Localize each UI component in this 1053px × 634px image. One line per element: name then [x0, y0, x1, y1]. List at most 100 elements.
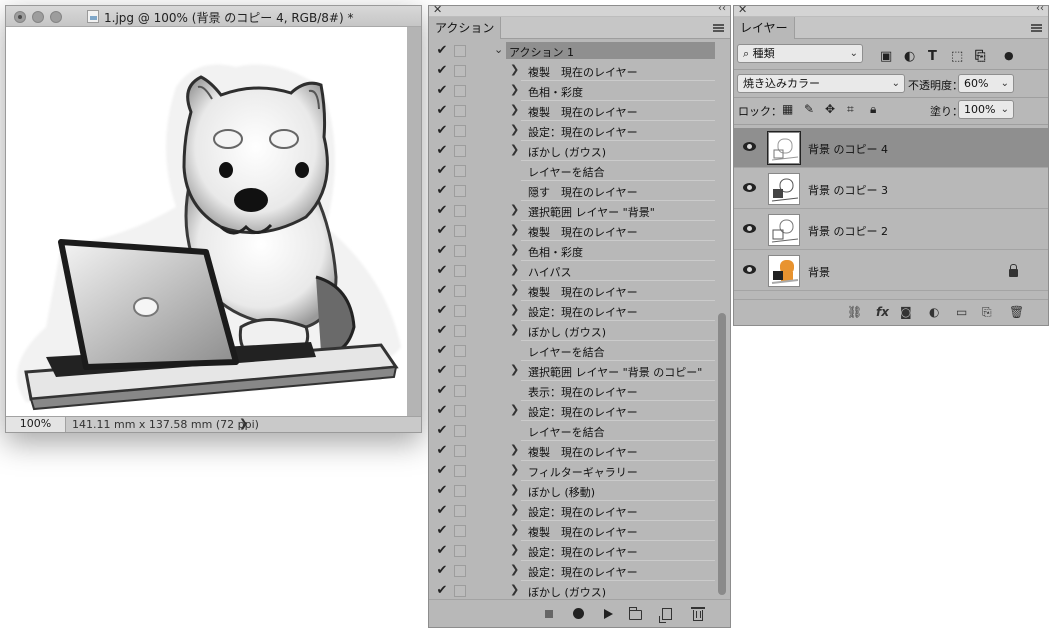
checkmark-icon[interactable]: ✔ — [435, 383, 449, 398]
dialog-toggle-box[interactable] — [454, 425, 466, 437]
action-command-row[interactable]: ✔ ❯ 複製 現在のレイヤー — [429, 441, 719, 461]
action-command-row[interactable]: ✔ ❯ ぼかし (ガウス) — [429, 321, 719, 341]
link-layers-icon[interactable]: ⛓ — [847, 305, 862, 319]
actions-scrollbar-thumb[interactable] — [718, 313, 726, 595]
action-command-row[interactable]: ✔ ❯ 複製 現在のレイヤー — [429, 521, 719, 541]
visibility-eye-icon[interactable] — [743, 224, 756, 233]
dialog-toggle-box[interactable] — [454, 185, 466, 197]
layer-row[interactable]: 背景 のコピー 4 — [734, 128, 1048, 168]
action-command-row[interactable]: ✔ ❯ ぼかし (ガウス) — [429, 141, 719, 161]
action-command-row[interactable]: ✔ ❯ 選択範囲 レイヤー "背景" — [429, 201, 719, 221]
layer-name[interactable]: 背景 のコピー 3 — [808, 182, 888, 198]
checkmark-icon[interactable]: ✔ — [435, 523, 449, 538]
close-panel-icon[interactable]: ✕ — [738, 3, 747, 16]
dialog-toggle-box[interactable] — [454, 345, 466, 357]
new-layer-icon[interactable]: ⎘ — [982, 305, 992, 320]
checkmark-icon[interactable]: ✔ — [435, 503, 449, 518]
checkmark-icon[interactable]: ✔ — [435, 323, 449, 338]
chevron-right-icon[interactable]: ❯ — [510, 543, 519, 556]
layer-row[interactable]: 背景 — [734, 251, 1048, 291]
dialog-toggle-box[interactable] — [454, 325, 466, 337]
panel-menu-icon[interactable] — [1031, 24, 1042, 32]
image-canvas[interactable] — [6, 27, 407, 416]
action-command-row[interactable]: ✔ ❯ 複製 現在のレイヤー — [429, 61, 719, 81]
checkmark-icon[interactable]: ✔ — [435, 123, 449, 138]
dialog-toggle-box[interactable] — [454, 485, 466, 497]
opacity-field[interactable]: 60% ⌄ — [958, 74, 1014, 93]
action-command-row[interactable]: ✔ ❯ ぼかし (移動) — [429, 481, 719, 501]
zoom-level-field[interactable]: 100% — [6, 417, 66, 432]
checkmark-icon[interactable]: ✔ — [435, 163, 449, 178]
document-titlebar[interactable]: 1.jpg @ 100% (背景 のコピー 4, RGB/8#) * — [6, 6, 421, 27]
chevron-right-icon[interactable]: ❯ — [510, 63, 519, 76]
dialog-toggle-box[interactable] — [454, 305, 466, 317]
action-command-row[interactable]: ✔ ❯ 色相・彩度 — [429, 241, 719, 261]
chevron-right-icon[interactable]: ❯ — [510, 503, 519, 516]
chevron-right-icon[interactable]: ❯ — [510, 363, 519, 376]
dialog-toggle-box[interactable] — [454, 105, 466, 117]
chevron-right-icon[interactable]: ❯ — [510, 463, 519, 476]
action-command-row[interactable]: ✔ ❯ 設定：現在のレイヤー — [429, 501, 719, 521]
lock-all-icon[interactable]: 🔒︎ — [870, 102, 876, 117]
dialog-toggle-box[interactable] — [454, 465, 466, 477]
dialog-toggle-box[interactable] — [454, 245, 466, 257]
action-command-row[interactable]: ✔ ❯ ぼかし (ガウス) — [429, 581, 719, 599]
action-command-row[interactable]: ✔ ❯ フィルターギャラリー — [429, 461, 719, 481]
panel-menu-icon[interactable] — [713, 24, 724, 32]
actions-scrollbar[interactable] — [717, 41, 727, 599]
filter-toggle-icon[interactable]: ● — [1004, 49, 1014, 62]
checkmark-icon[interactable]: ✔ — [435, 103, 449, 118]
checkmark-icon[interactable]: ✔ — [435, 243, 449, 258]
new-set-folder-icon[interactable] — [629, 607, 642, 620]
chevron-right-icon[interactable]: ❯ — [510, 303, 519, 316]
adjustment-filter-icon[interactable]: ◐ — [904, 49, 915, 64]
dialog-toggle-box[interactable] — [454, 85, 466, 97]
checkmark-icon[interactable]: ✔ — [435, 83, 449, 98]
play-icon[interactable] — [604, 609, 613, 619]
action-command-row[interactable]: ✔ ❯ 設定：現在のレイヤー — [429, 121, 719, 141]
chevron-right-icon[interactable]: ❯ — [510, 243, 519, 256]
layer-row[interactable]: 背景 のコピー 3 — [734, 169, 1048, 209]
chevron-right-icon[interactable]: ❯ — [510, 143, 519, 156]
checkmark-icon[interactable]: ✔ — [435, 563, 449, 578]
dialog-toggle-box[interactable] — [454, 165, 466, 177]
tab-layers[interactable]: レイヤー — [734, 17, 795, 39]
checkmark-icon[interactable]: ✔ — [435, 283, 449, 298]
checkmark-icon[interactable]: ✔ — [435, 443, 449, 458]
delete-layer-icon[interactable]: 🗑︎ — [1009, 305, 1024, 319]
chevron-right-icon[interactable]: ❯ — [510, 103, 519, 116]
action-command-row[interactable]: ✔ 隠す 現在のレイヤー — [429, 181, 719, 201]
layer-row[interactable]: 背景 のコピー 2 — [734, 210, 1048, 250]
action-command-row[interactable]: ✔ ❯ 設定：現在のレイヤー — [429, 301, 719, 321]
action-command-row[interactable]: ✔ ❯ 複製 現在のレイヤー — [429, 221, 719, 241]
action-command-row[interactable]: ✔ ❯ 複製 現在のレイヤー — [429, 101, 719, 121]
dialog-toggle-box[interactable] — [454, 385, 466, 397]
lock-artboard-icon[interactable]: ⌗ — [847, 102, 854, 117]
dialog-toggle-box[interactable] — [454, 205, 466, 217]
chevron-right-icon[interactable]: ❯ — [510, 563, 519, 576]
chevron-right-icon[interactable]: ❯ — [510, 523, 519, 536]
checkmark-icon[interactable]: ✔ — [435, 483, 449, 498]
canvas-vertical-scrollbar[interactable] — [407, 27, 421, 416]
fill-field[interactable]: 100% ⌄ — [958, 100, 1014, 119]
checkmark-icon[interactable]: ✔ — [435, 343, 449, 358]
action-command-row[interactable]: ✔ ❯ 色相・彩度 — [429, 81, 719, 101]
status-menu-arrow-icon[interactable]: ❯ — [239, 417, 248, 430]
layer-name[interactable]: 背景 — [808, 264, 830, 280]
dialog-toggle-box[interactable] — [454, 525, 466, 537]
new-adjustment-layer-icon[interactable]: ◐ — [929, 305, 939, 319]
collapse-panel-icon[interactable]: ‹‹ — [1036, 3, 1044, 14]
chevron-right-icon[interactable]: ❯ — [510, 583, 519, 596]
dialog-toggle-box[interactable] — [454, 565, 466, 577]
checkmark-icon[interactable]: ✔ — [435, 543, 449, 558]
action-command-row[interactable]: ✔ ❯ 設定：現在のレイヤー — [429, 561, 719, 581]
action-command-row[interactable]: ✔ ❯ 設定：現在のレイヤー — [429, 541, 719, 561]
chevron-right-icon[interactable]: ❯ — [510, 83, 519, 96]
dialog-toggle-box[interactable] — [454, 65, 466, 77]
dialog-toggle-box[interactable] — [454, 225, 466, 237]
chevron-right-icon[interactable]: ❯ — [510, 483, 519, 496]
layer-name[interactable]: 背景 のコピー 2 — [808, 223, 888, 239]
action-command-row[interactable]: ✔ ❯ ハイパス — [429, 261, 719, 281]
checkmark-icon[interactable]: ✔ — [435, 203, 449, 218]
checkmark-icon[interactable]: ✔ — [435, 63, 449, 78]
